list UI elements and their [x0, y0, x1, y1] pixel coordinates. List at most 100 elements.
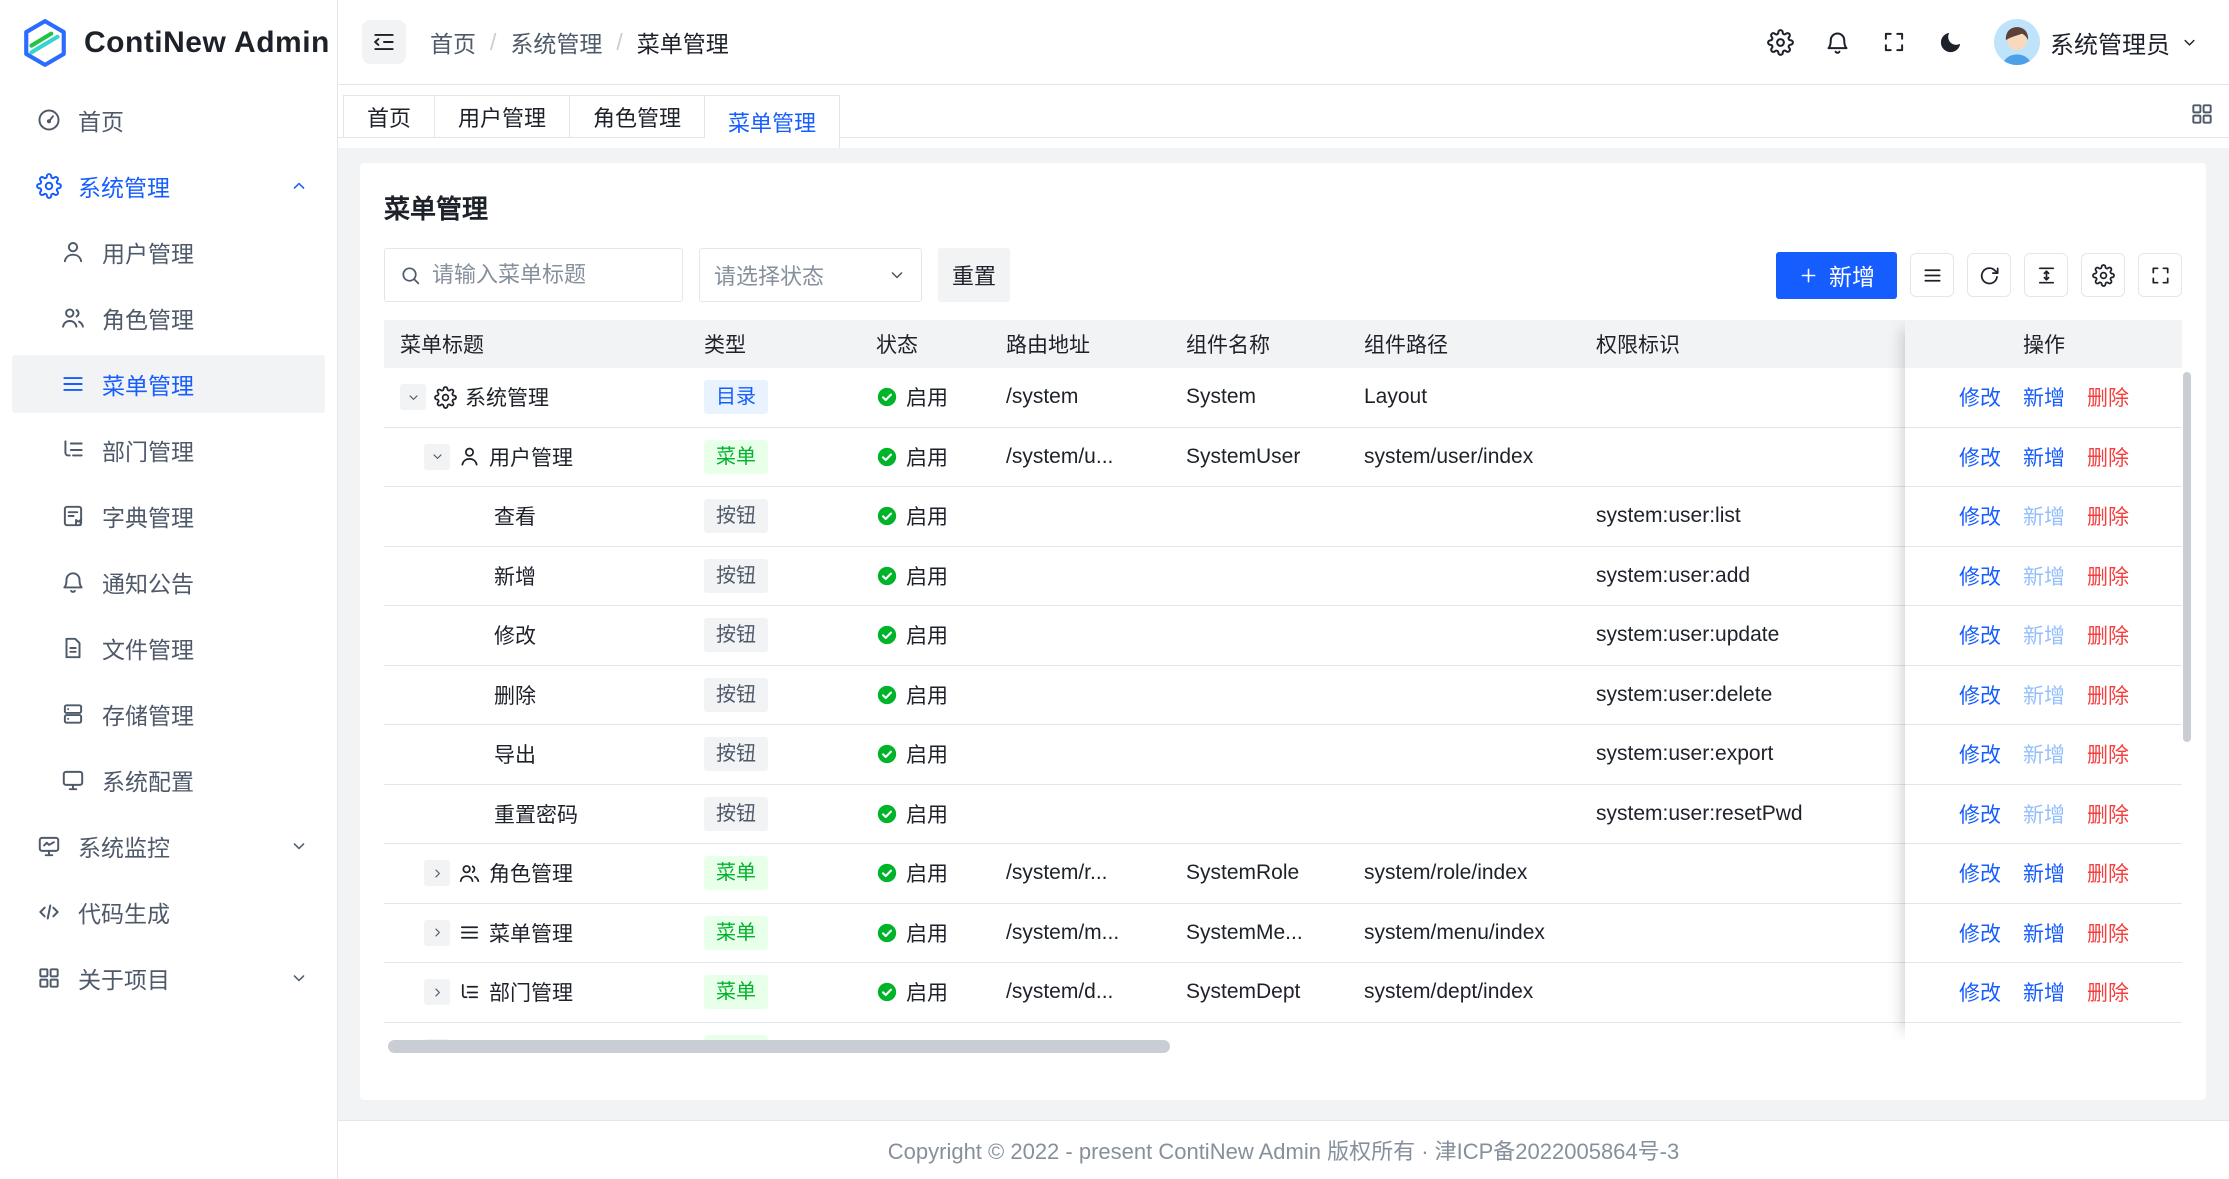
edit-link[interactable]: 修改 — [1959, 977, 2001, 1007]
status-badge: 启用 — [876, 561, 948, 591]
delete-link[interactable]: 删除 — [2087, 858, 2129, 888]
search-input[interactable] — [432, 262, 668, 288]
apps-icon — [2189, 101, 2215, 127]
row-permission: system:user:resetPwd — [1596, 802, 1803, 826]
sidebar-item-file[interactable]: 文件管理 — [12, 619, 325, 677]
sidebar-item-system[interactable]: 系统管理 — [12, 157, 325, 215]
delete-link[interactable]: 删除 — [2087, 501, 2129, 531]
reset-button[interactable]: 重置 — [938, 248, 1010, 302]
sidebar-item-notice[interactable]: 通知公告 — [12, 553, 325, 611]
add-link[interactable]: 新增 — [2023, 858, 2065, 888]
tab-list-button[interactable] — [2189, 101, 2215, 127]
delete-link[interactable]: 删除 — [2087, 442, 2129, 472]
fullscreen-button[interactable] — [1881, 29, 1907, 55]
edit-link[interactable]: 修改 — [1959, 442, 2001, 472]
row-actions: 修改新增删除 — [1905, 547, 2182, 607]
sidebar-item-config[interactable]: 系统配置 — [12, 751, 325, 809]
sidebar-item-about[interactable]: 关于项目 — [12, 949, 325, 1007]
add-link[interactable]: 新增 — [2023, 382, 2065, 412]
row-component-path: system/user/index — [1364, 445, 1533, 469]
add-link[interactable]: 新增 — [2023, 680, 2065, 710]
moon-icon — [1937, 29, 1964, 56]
delete-link[interactable]: 删除 — [2087, 739, 2129, 769]
breadcrumb: 首页 / 系统管理 / 菜单管理 — [430, 25, 729, 59]
edit-link[interactable]: 修改 — [1959, 501, 2001, 531]
delete-link[interactable]: 删除 — [2087, 382, 2129, 412]
row-expand-toggle[interactable] — [424, 979, 450, 1005]
refresh-button[interactable] — [1967, 253, 2011, 297]
sidebar-item-codegen[interactable]: 代码生成 — [12, 883, 325, 941]
delete-link[interactable]: 删除 — [2087, 977, 2129, 1007]
add-link[interactable]: 新增 — [2023, 442, 2065, 472]
check-circle-icon — [876, 446, 898, 468]
sidebar-item-label: 通知公告 — [102, 565, 194, 599]
add-button[interactable]: 新增 — [1776, 252, 1897, 299]
edit-link[interactable]: 修改 — [1959, 918, 2001, 948]
settings-button[interactable] — [1767, 29, 1794, 56]
row-height-button[interactable] — [2024, 253, 2068, 297]
table-settings-button[interactable] — [2081, 253, 2125, 297]
add-link[interactable]: 新增 — [2023, 501, 2065, 531]
chevron-right-icon — [430, 866, 445, 881]
add-link[interactable]: 新增 — [2023, 561, 2065, 591]
sidebar-item-storage[interactable]: 存储管理 — [12, 685, 325, 743]
edit-link[interactable]: 修改 — [1959, 382, 2001, 412]
sidebar-item-dict[interactable]: 字典管理 — [12, 487, 325, 545]
tab-用户管理[interactable]: 用户管理 — [435, 95, 570, 137]
row-expand-toggle[interactable] — [424, 860, 450, 886]
column-list-button[interactable] — [1910, 253, 1954, 297]
add-link[interactable]: 新增 — [2023, 620, 2065, 650]
horizontal-scrollbar[interactable] — [388, 1040, 1170, 1053]
delete-link[interactable]: 删除 — [2087, 799, 2129, 829]
sidebar-item-role[interactable]: 角色管理 — [12, 289, 325, 347]
notifications-button[interactable] — [1824, 29, 1851, 56]
sidebar-item-monitor[interactable]: 系统监控 — [12, 817, 325, 875]
add-link[interactable]: 新增 — [2023, 739, 2065, 769]
sidebar: ContiNew Admin 首页系统管理用户管理角色管理菜单管理部门管理字典管… — [0, 0, 338, 1179]
row-actions: 修改新增删除 — [1905, 904, 2182, 964]
row-route: /system/d... — [1006, 980, 1113, 1004]
status-select[interactable]: 请选择状态 — [699, 248, 922, 302]
edit-link[interactable]: 修改 — [1959, 561, 2001, 591]
sidebar-item-user[interactable]: 用户管理 — [12, 223, 325, 281]
row-permission: system:user:export — [1596, 742, 1773, 766]
menu-icon — [458, 921, 481, 944]
row-expand-toggle[interactable] — [424, 920, 450, 946]
sidebar-item-home[interactable]: 首页 — [12, 91, 325, 149]
delete-link[interactable]: 删除 — [2087, 620, 2129, 650]
chevron-down-icon — [289, 968, 309, 988]
sidebar-item-menu[interactable]: 菜单管理 — [12, 355, 325, 413]
edit-link[interactable]: 修改 — [1959, 858, 2001, 888]
delete-link[interactable]: 删除 — [2087, 1037, 2129, 1040]
row-expand-toggle[interactable] — [400, 384, 426, 410]
row-component-path: Layout — [1364, 385, 1427, 409]
sidebar-collapse-button[interactable] — [362, 20, 406, 64]
edit-link[interactable]: 修改 — [1959, 799, 2001, 829]
tab-首页[interactable]: 首页 — [343, 95, 435, 137]
breadcrumb-item-home[interactable]: 首页 — [430, 25, 476, 59]
add-link[interactable]: 新增 — [2023, 918, 2065, 948]
table-fullscreen-button[interactable] — [2138, 253, 2182, 297]
add-link[interactable]: 新增 — [2023, 977, 2065, 1007]
app-logo[interactable]: ContiNew Admin — [0, 0, 337, 85]
type-badge: 目录 — [704, 380, 768, 414]
edit-link[interactable]: 修改 — [1959, 680, 2001, 710]
breadcrumb-item-system[interactable]: 系统管理 — [510, 25, 602, 59]
add-link[interactable]: 新增 — [2023, 1037, 2065, 1040]
delete-link[interactable]: 删除 — [2087, 680, 2129, 710]
sidebar-item-dept[interactable]: 部门管理 — [12, 421, 325, 479]
edit-link[interactable]: 修改 — [1959, 620, 2001, 650]
edit-link[interactable]: 修改 — [1959, 739, 2001, 769]
tab-角色管理[interactable]: 角色管理 — [570, 95, 705, 137]
tab-菜单管理[interactable]: 菜单管理 — [705, 95, 840, 148]
vertical-scrollbar[interactable] — [2183, 372, 2191, 742]
search-icon — [399, 264, 422, 287]
edit-link[interactable]: 修改 — [1959, 1037, 2001, 1040]
delete-link[interactable]: 删除 — [2087, 561, 2129, 591]
row-expand-toggle[interactable] — [424, 444, 450, 470]
row-route: /system/u... — [1006, 445, 1113, 469]
add-link[interactable]: 新增 — [2023, 799, 2065, 829]
dark-mode-toggle[interactable] — [1937, 29, 1964, 56]
user-menu[interactable]: 系统管理员 — [1994, 19, 2199, 65]
delete-link[interactable]: 删除 — [2087, 918, 2129, 948]
